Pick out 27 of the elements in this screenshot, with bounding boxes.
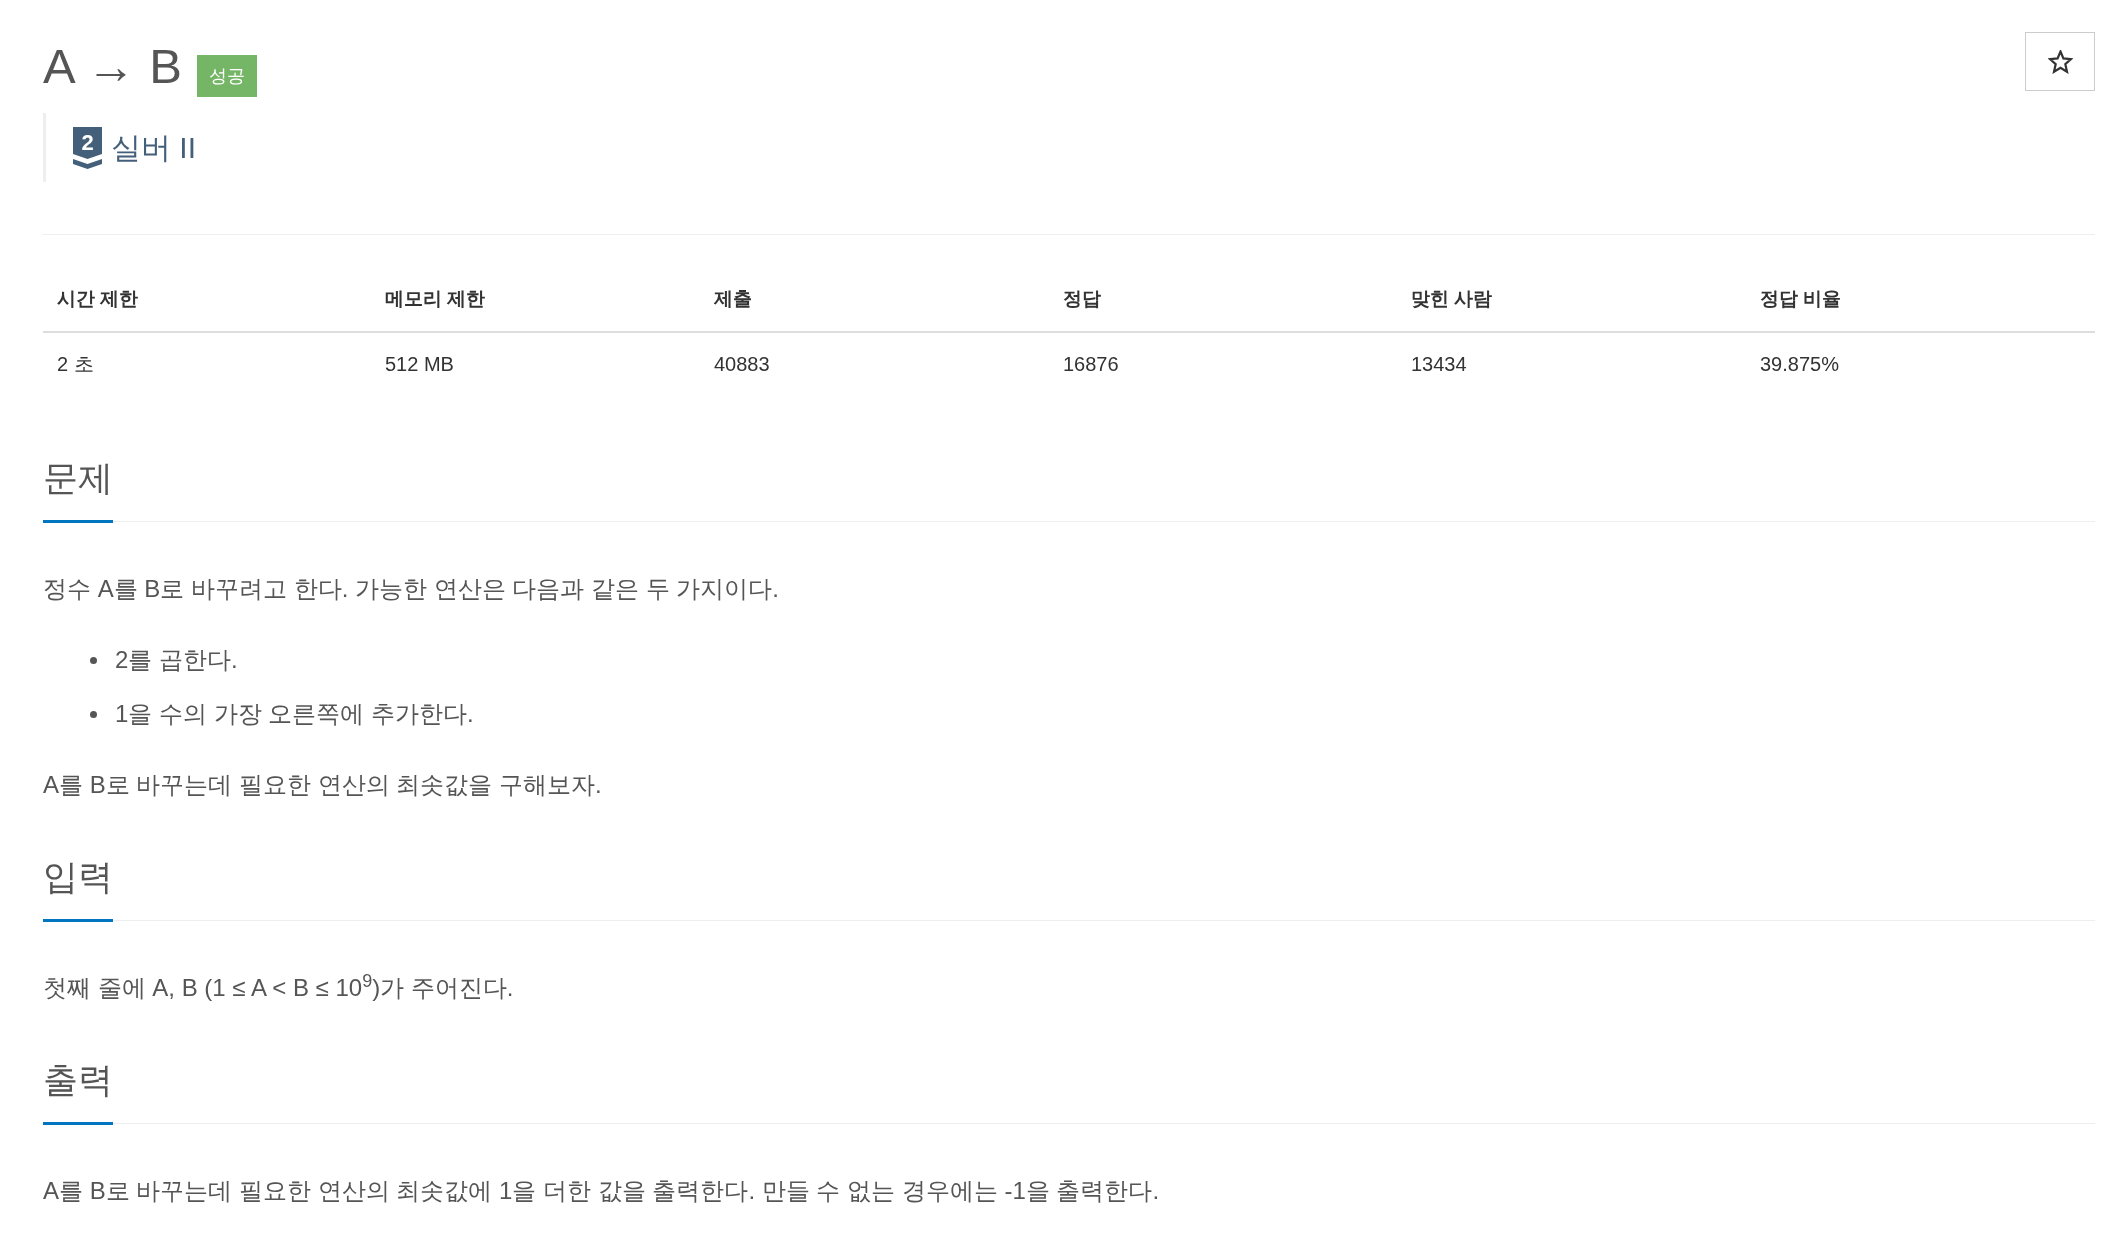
column-header: 정답 <box>1063 287 1101 309</box>
table-cell: 39.875% <box>1760 353 1839 375</box>
column-header: 제출 <box>714 287 752 309</box>
section-heading: 문제 <box>43 453 113 523</box>
column-header: 정답 비율 <box>1760 287 1842 309</box>
favorite-button[interactable] <box>2025 32 2095 91</box>
column-header: 메모리 제한 <box>385 287 486 309</box>
bullet-icon <box>90 710 97 718</box>
section-heading: 출력 <box>43 1055 113 1125</box>
list-item: 1을 수의 가장 오른쪽에 추가한다. <box>115 699 474 729</box>
column-header: 맞힌 사람 <box>1411 287 1493 309</box>
paragraph: A를 B로 바꾸는데 필요한 연산의 최솟값을 구해보자. <box>43 770 603 800</box>
problem-title: A → B <box>43 41 182 91</box>
table-cell: 16876 <box>1063 353 1119 375</box>
table-cell: 2 초 <box>57 353 94 375</box>
bullet-icon <box>90 656 97 664</box>
paragraph: 정수 A를 B로 바꾸려고 한다. 가능한 연산은 다음과 같은 두 가지이다. <box>43 574 781 604</box>
column-header: 시간 제한 <box>57 287 139 309</box>
table-cell: 40883 <box>714 353 770 375</box>
paragraph: 첫째 줄에 A, B (1 ≤ A < B ≤ 10$^{9}$)가 주어진다. <box>43 970 515 1003</box>
table-cell: 512 MB <box>385 353 454 375</box>
result-label: 성공 <box>196 55 257 97</box>
tier-label[interactable]: 실버 II <box>111 127 196 168</box>
paragraph: A를 B로 바꾸는데 필요한 연산의 최솟값에 1을 더한 값을 출력한다. 만들 수 없는 경우에는 -1을 출력한다. <box>43 1176 1161 1206</box>
section-heading: 입력 <box>43 852 113 922</box>
table-cell: 13434 <box>1411 353 1467 375</box>
list-item: 2를 곱한다. <box>115 645 238 675</box>
